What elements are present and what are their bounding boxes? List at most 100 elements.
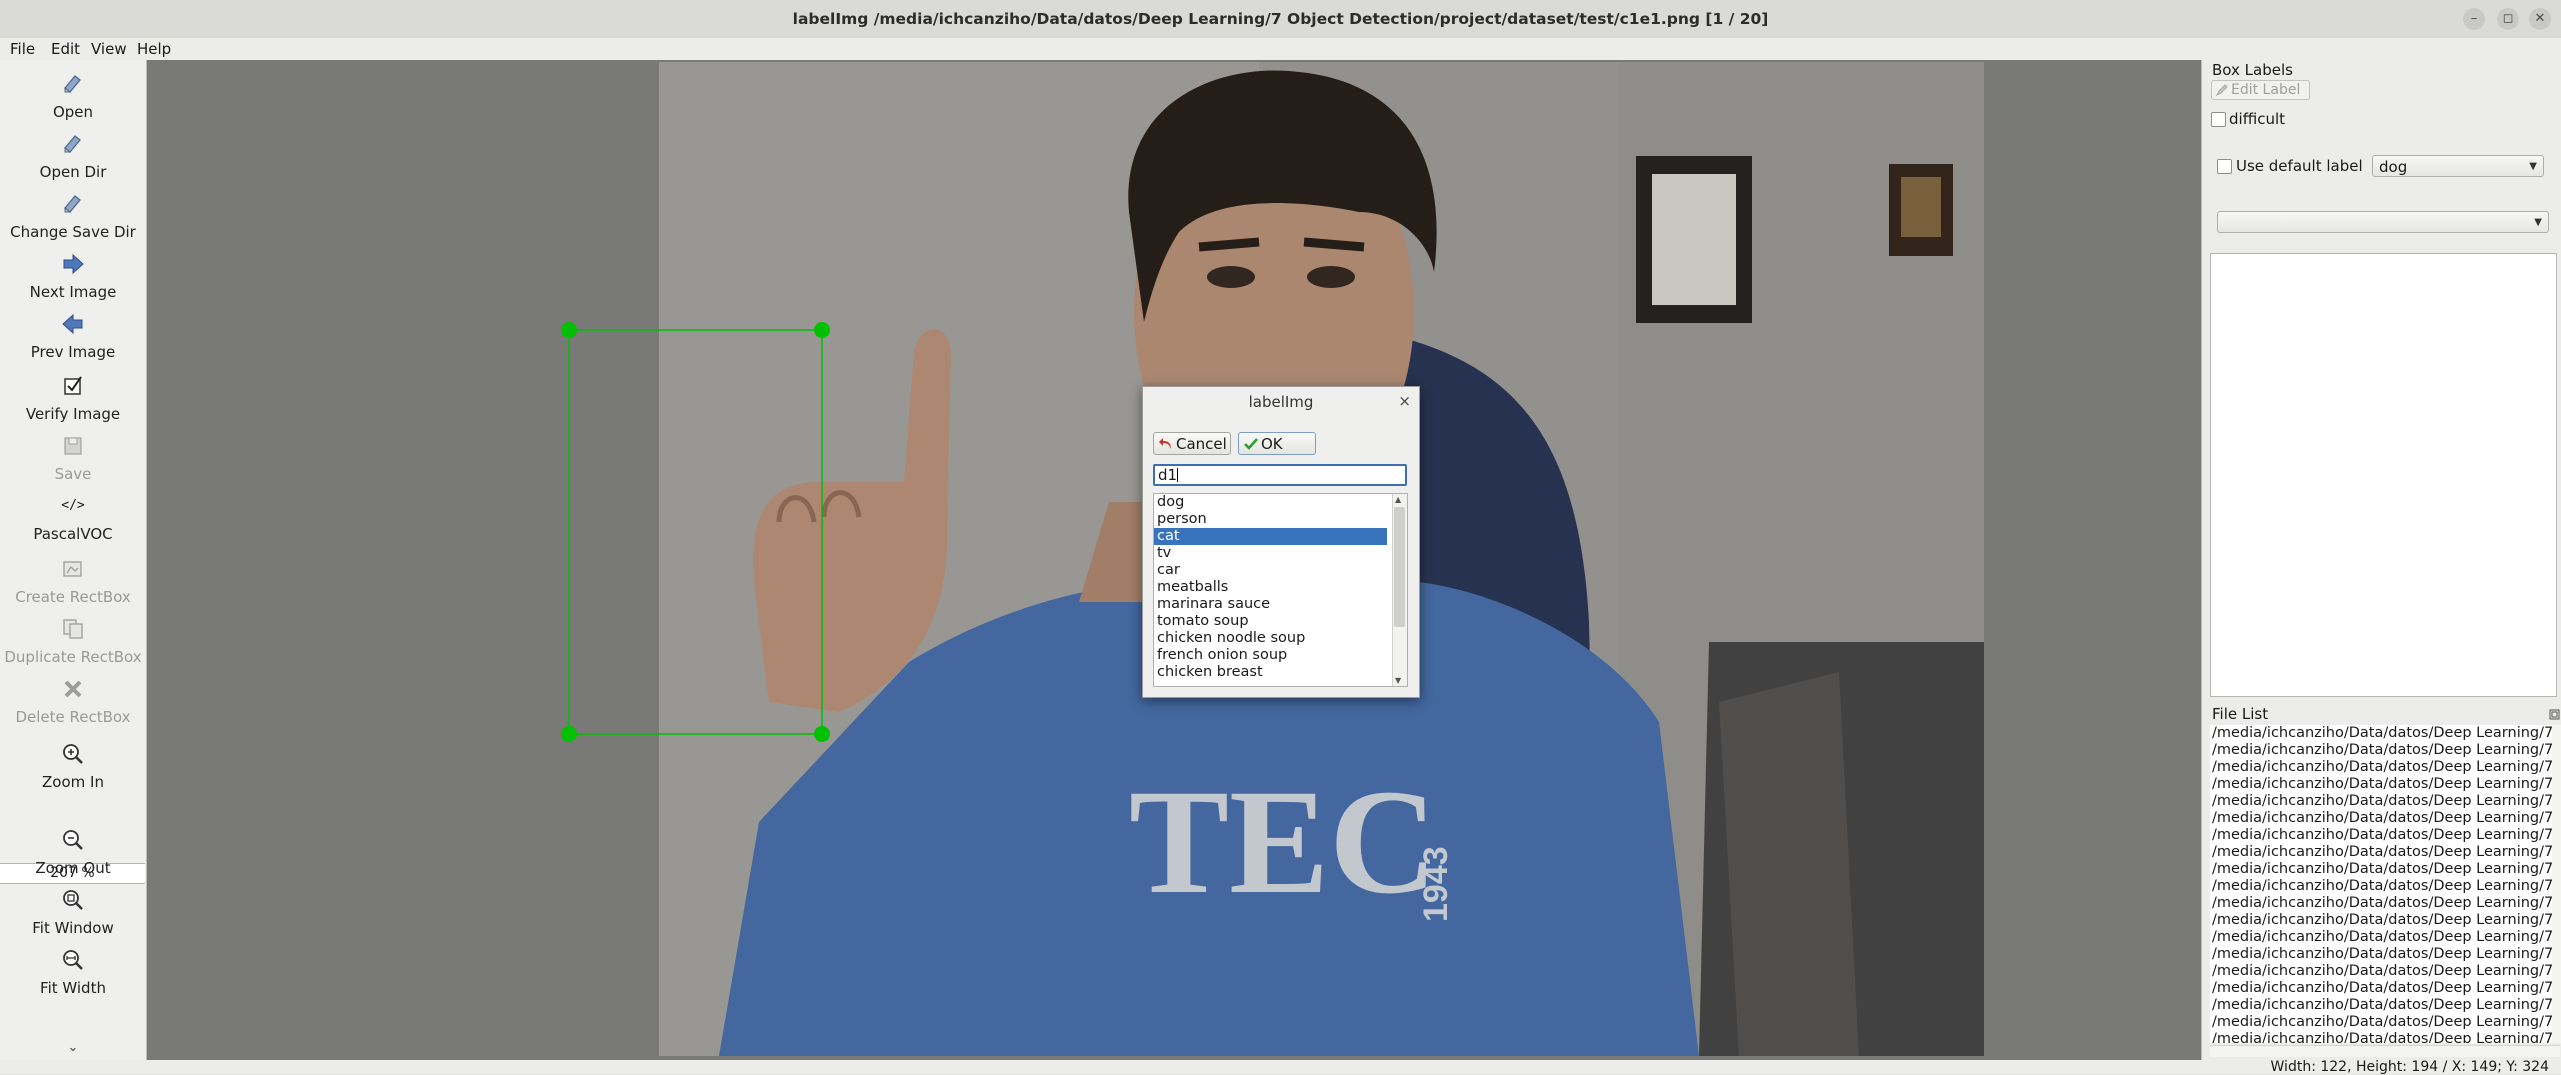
toolbar-extension-icon[interactable]: ⌄ (0, 1040, 146, 1055)
undo-arrow-icon (1159, 438, 1171, 449)
file-list-item[interactable]: /media/ichcanziho/Data/datos/Deep Learni… (2210, 980, 2552, 997)
cancel-label: Cancel (1176, 435, 1227, 453)
fit-width-icon (63, 950, 83, 970)
file-list-item[interactable]: /media/ichcanziho/Data/datos/Deep Learni… (2210, 997, 2552, 1014)
bbox-handle-top-right[interactable] (814, 322, 830, 338)
file-list-h-scrollbar[interactable] (2210, 1045, 2560, 1057)
label-option[interactable]: cat (1154, 528, 1387, 545)
dropdown-arrow-icon: ▼ (2534, 217, 2542, 228)
label-options: dog person cat tv car meatballs marinara sauce… (1154, 494, 1407, 681)
file-list-item[interactable]: /media/ichcanziho/Data/datos/Deep Learni… (2210, 810, 2552, 827)
file-list-item[interactable]: /media/ichcanziho/Data/datos/Deep Learni… (2210, 929, 2552, 946)
menu-view[interactable]: View (91, 38, 127, 60)
change-save-dir-icon (64, 195, 81, 213)
delete-rectbox-label: Delete RectBox (15, 708, 131, 726)
minimize-button[interactable]: – (2463, 8, 2485, 30)
dialog-close-icon[interactable]: × (1398, 387, 1411, 415)
close-window-button[interactable]: ✕ (2529, 8, 2551, 30)
edit-pencil-icon (2216, 84, 2228, 96)
fit-window-icon (63, 890, 83, 910)
verify-image-label: Verify Image (25, 405, 121, 423)
save-button[interactable]: Save (0, 434, 146, 483)
bbox-handle-bottom-right[interactable] (814, 726, 830, 742)
fit-window-button[interactable]: Fit Window (0, 888, 146, 937)
label-filter-combobox[interactable]: ▼ (2217, 211, 2549, 233)
duplicate-rectbox-button[interactable]: Duplicate RectBox (0, 617, 146, 666)
open-button[interactable]: Open (0, 72, 146, 121)
label-option[interactable]: person (1154, 511, 1387, 528)
delete-x-icon (64, 680, 82, 698)
default-label-combobox[interactable]: dog ▼ (2372, 155, 2544, 177)
maximize-button[interactable]: ◻ (2497, 8, 2519, 30)
file-list-item[interactable]: /media/ichcanziho/Data/datos/Deep Learni… (2210, 946, 2552, 963)
options-scrollbar[interactable]: ▲ ▼ (1392, 494, 1407, 686)
label-option[interactable]: chicken noodle soup (1154, 630, 1387, 647)
bbox-handle-bottom-left[interactable] (561, 726, 577, 742)
file-list-item[interactable]: /media/ichcanziho/Data/datos/Deep Learni… (2210, 895, 2552, 912)
format-toggle-button[interactable]: </> PascalVOC (0, 494, 146, 543)
menu-file[interactable]: File (10, 38, 35, 60)
menu-edit[interactable]: Edit (51, 38, 80, 60)
edit-label-text: Edit Label (2231, 82, 2301, 98)
file-list-item[interactable]: /media/ichcanziho/Data/datos/Deep Learni… (2210, 1014, 2552, 1031)
file-list-item[interactable]: /media/ichcanziho/Data/datos/Deep Learni… (2210, 912, 2552, 929)
zoom-in-label: Zoom In (42, 773, 104, 791)
label-option[interactable]: marinara sauce (1154, 596, 1387, 613)
file-list-item[interactable]: /media/ichcanziho/Data/datos/Deep Learni… (2210, 844, 2552, 861)
edit-label-button[interactable]: Edit Label (2211, 80, 2310, 100)
file-list-item[interactable]: /media/ichcanziho/Data/datos/Deep Learni… (2210, 725, 2552, 742)
file-list-item[interactable]: /media/ichcanziho/Data/datos/Deep Learni… (2210, 1031, 2552, 1043)
label-option[interactable]: french onion soup (1154, 647, 1387, 664)
prev-image-button[interactable]: Prev Image (0, 312, 146, 361)
status-bar: Width: 122, Height: 194 / X: 149; Y: 324 (0, 1060, 2561, 1074)
label-input[interactable]: d1 (1153, 464, 1407, 486)
cancel-button[interactable]: Cancel (1153, 432, 1231, 455)
dock-float-icon[interactable] (2549, 709, 2560, 720)
duplicate-icon (63, 619, 83, 639)
bounding-box[interactable] (568, 329, 823, 735)
zoom-in-button[interactable]: Zoom In (0, 742, 146, 791)
file-list-item[interactable]: /media/ichcanziho/Data/datos/Deep Learni… (2210, 963, 2552, 980)
label-option[interactable]: meatballs (1154, 579, 1387, 596)
use-default-label-text: Use default label (2236, 157, 2363, 175)
right-dock: Box Labels Edit Label difficult Use defa… (2201, 60, 2561, 1060)
scrollbar-thumb[interactable] (1394, 507, 1405, 627)
label-dialog[interactable]: labelImg × Cancel OK d1 dog person cat tv ca… (1142, 386, 1420, 698)
label-option[interactable]: car (1154, 562, 1387, 579)
left-toolbar: Open Open Dir Change Save Dir Next Image… (0, 60, 147, 1060)
label-option[interactable]: chicken breast (1154, 664, 1387, 681)
box-labels-list[interactable] (2210, 253, 2557, 697)
delete-rectbox-button[interactable]: Delete RectBox (0, 677, 146, 726)
file-list-item[interactable]: /media/ichcanziho/Data/datos/Deep Learni… (2210, 793, 2552, 810)
file-list-item[interactable]: /media/ichcanziho/Data/datos/Deep Learni… (2210, 742, 2552, 759)
open-dir-button[interactable]: Open Dir (0, 132, 146, 181)
file-list-item[interactable]: /media/ichcanziho/Data/datos/Deep Learni… (2210, 827, 2552, 844)
ok-button[interactable]: OK (1238, 432, 1316, 455)
open-dir-icon (64, 135, 81, 153)
verify-image-button[interactable]: Verify Image (0, 374, 146, 423)
label-options-list[interactable]: dog person cat tv car meatballs marinara sauce… (1153, 493, 1408, 687)
bbox-handle-top-left[interactable] (561, 322, 577, 338)
file-list-item[interactable]: /media/ichcanziho/Data/datos/Deep Learni… (2210, 776, 2552, 793)
default-label-value: dog (2379, 158, 2408, 176)
prev-arrow-icon (62, 313, 83, 335)
zoom-out-button[interactable]: Zoom Out (0, 828, 146, 877)
create-rectbox-button[interactable]: Create RectBox (0, 557, 146, 606)
scroll-down-icon[interactable]: ▼ (1395, 676, 1401, 685)
label-option[interactable]: tv (1154, 545, 1387, 562)
label-option[interactable]: tomato soup (1154, 613, 1387, 630)
zoom-out-icon (63, 830, 83, 850)
file-list-item[interactable]: /media/ichcanziho/Data/datos/Deep Learni… (2210, 759, 2552, 776)
file-list-item[interactable]: /media/ichcanziho/Data/datos/Deep Learni… (2210, 878, 2552, 895)
change-save-dir-button[interactable]: Change Save Dir (0, 192, 146, 241)
fit-width-button[interactable]: Fit Width (0, 948, 146, 997)
file-list-item[interactable]: /media/ichcanziho/Data/datos/Deep Learni… (2210, 861, 2552, 878)
menu-help[interactable]: Help (137, 38, 171, 60)
use-default-label-checkbox[interactable] (2217, 159, 2232, 174)
next-image-button[interactable]: Next Image (0, 252, 146, 301)
file-list[interactable]: /media/ichcanziho/Data/datos/Deep Learni… (2210, 725, 2552, 1043)
scroll-up-icon[interactable]: ▲ (1395, 495, 1401, 504)
difficult-checkbox[interactable] (2211, 112, 2226, 127)
file-list-scrollbar[interactable] (2552, 725, 2561, 1043)
label-option[interactable]: dog (1154, 494, 1387, 511)
